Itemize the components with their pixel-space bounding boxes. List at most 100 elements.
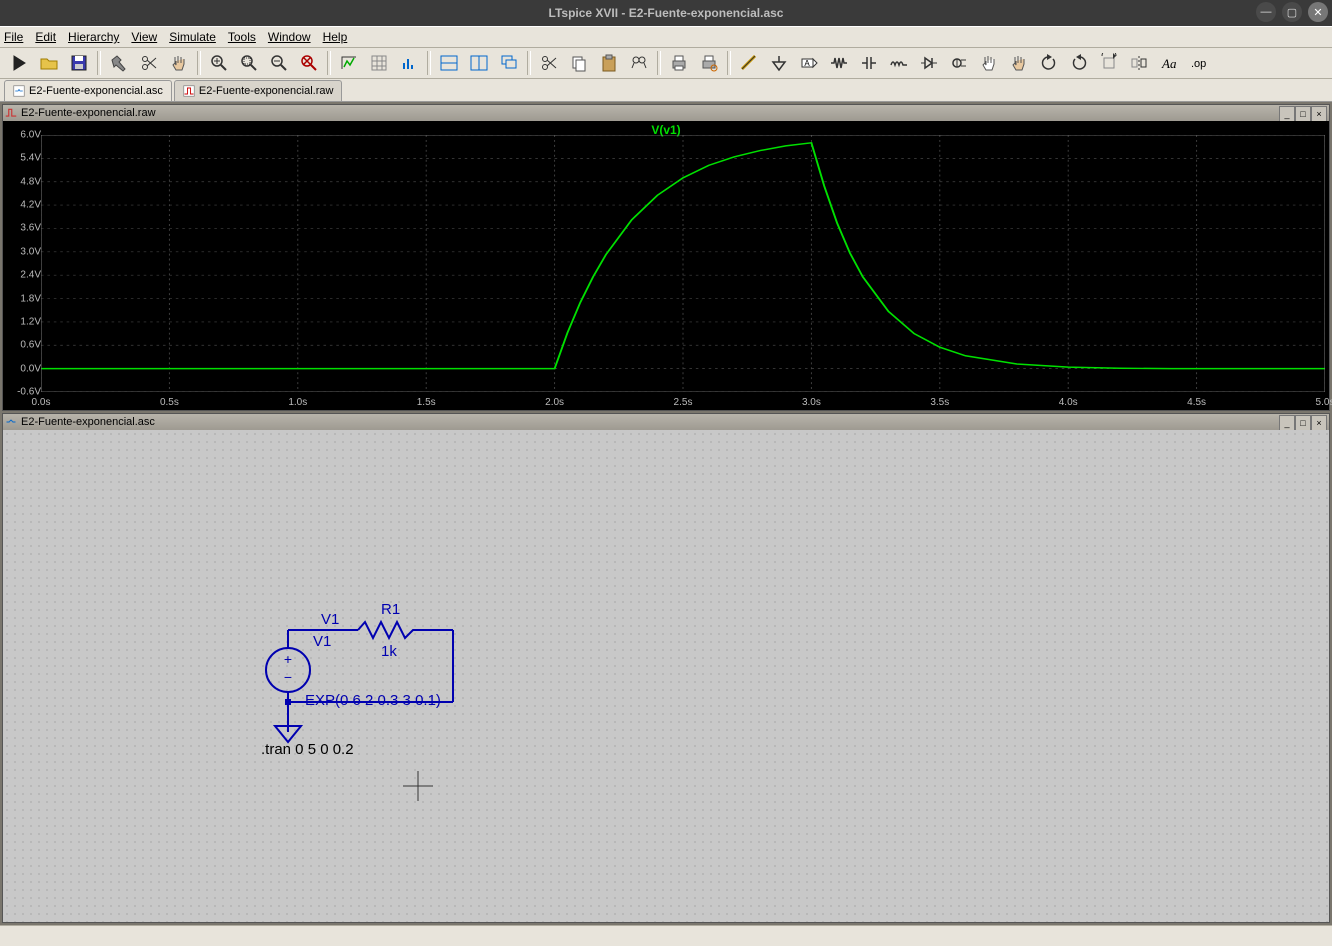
resistor-icon[interactable] (825, 49, 853, 77)
paste-icon[interactable] (595, 49, 623, 77)
y-tick: 1.2V (20, 316, 41, 327)
menu-simulate[interactable]: Simulate (169, 30, 216, 44)
menu-window[interactable]: Window (268, 30, 311, 44)
y-tick: 1.8V (20, 293, 41, 304)
copy-icon[interactable] (565, 49, 593, 77)
scissors-icon[interactable] (135, 49, 163, 77)
menu-view[interactable]: View (131, 30, 157, 44)
hammer-icon[interactable] (105, 49, 133, 77)
schematic-doc-icon (13, 85, 25, 97)
op-icon[interactable]: .op (1185, 49, 1213, 77)
rotate-icon[interactable] (1095, 49, 1123, 77)
plot-pane: E2-Fuente-exponencial.raw _ □ × V(v1) -0… (2, 104, 1330, 411)
tab-raw[interactable]: E2-Fuente-exponencial.raw (174, 80, 343, 101)
tab-label: E2-Fuente-exponencial.raw (199, 85, 334, 97)
plot-close-icon[interactable]: × (1311, 106, 1327, 122)
tile-h-icon[interactable] (435, 49, 463, 77)
plot-minimize-icon[interactable]: _ (1279, 106, 1295, 122)
waveform-doc-icon (183, 85, 195, 97)
resistor-value-label[interactable]: 1k (381, 643, 397, 660)
x-tick: 5.0s (1316, 397, 1332, 408)
plot-pane-titlebar[interactable]: E2-Fuente-exponencial.raw _ □ × (3, 105, 1329, 121)
x-tick: 3.5s (930, 397, 949, 408)
resistor-name-label[interactable]: R1 (381, 601, 400, 618)
zoom-area-icon[interactable] (235, 49, 263, 77)
x-tick: 2.5s (674, 397, 693, 408)
move-icon[interactable] (975, 49, 1003, 77)
schem-close-icon[interactable]: × (1311, 415, 1327, 431)
print-icon[interactable] (665, 49, 693, 77)
menu-hierarchy[interactable]: Hierarchy (68, 30, 119, 44)
component-resistor[interactable] (358, 622, 418, 638)
x-tick: 2.0s (545, 397, 564, 408)
ground-icon[interactable] (765, 49, 793, 77)
minimize-button[interactable]: — (1256, 2, 1276, 22)
inductor-icon[interactable] (885, 49, 913, 77)
x-axis[interactable]: 0.0s0.5s1.0s1.5s2.0s2.5s3.0s3.5s4.0s4.5s… (41, 394, 1325, 408)
save-icon[interactable] (65, 49, 93, 77)
close-button[interactable]: ✕ (1308, 2, 1328, 22)
spice-directive[interactable]: .tran 0 5 0 0.2 (261, 741, 354, 758)
find-icon[interactable] (625, 49, 653, 77)
schem-maximize-icon[interactable]: □ (1295, 415, 1311, 431)
net-label-icon[interactable]: A (795, 49, 823, 77)
schem-minimize-icon[interactable]: _ (1279, 415, 1295, 431)
waveform-icon (5, 107, 17, 119)
cursor-crosshair-icon (403, 771, 433, 801)
menu-help[interactable]: Help (323, 30, 348, 44)
y-tick: 2.4V (20, 270, 41, 281)
capacitor-icon[interactable] (855, 49, 883, 77)
autoscale-icon[interactable] (335, 49, 363, 77)
cut-icon[interactable] (535, 49, 563, 77)
open-icon[interactable] (35, 49, 63, 77)
zoom-reset-icon[interactable] (295, 49, 323, 77)
undo-icon[interactable] (1035, 49, 1063, 77)
y-tick: 5.4V (20, 153, 41, 164)
svg-text:+: + (284, 651, 292, 667)
zoom-in-icon[interactable] (205, 49, 233, 77)
menu-edit[interactable]: Edit (35, 30, 56, 44)
grab-icon[interactable] (165, 49, 193, 77)
maximize-button[interactable]: ▢ (1282, 2, 1302, 22)
toggle-grid-icon[interactable] (365, 49, 393, 77)
source-name-label[interactable]: V1 (313, 633, 331, 650)
menu-tools[interactable]: Tools (228, 30, 256, 44)
component-icon[interactable] (945, 49, 973, 77)
cascade-icon[interactable] (495, 49, 523, 77)
x-tick: 1.5s (417, 397, 436, 408)
plot-pane-title: E2-Fuente-exponencial.raw (21, 107, 156, 119)
statusbar (0, 925, 1332, 946)
y-tick: 3.0V (20, 246, 41, 257)
zoom-out-icon[interactable] (265, 49, 293, 77)
redo-icon[interactable] (1065, 49, 1093, 77)
workarea: E2-Fuente-exponencial.raw _ □ × V(v1) -0… (0, 102, 1332, 925)
svg-text:Aa: Aa (1161, 56, 1177, 71)
print-setup-icon[interactable] (695, 49, 723, 77)
mirror-icon[interactable] (1125, 49, 1153, 77)
schematic-pane: E2-Fuente-exponencial.asc _ □ × (2, 413, 1330, 923)
schematic-canvas[interactable]: + − V1 V1 (3, 430, 1329, 922)
source-value-label[interactable]: EXP(0 6 2 0.3 3 0.1) (305, 692, 441, 709)
tile-v-icon[interactable] (465, 49, 493, 77)
document-tabs: E2-Fuente-exponencial.asc E2-Fuente-expo… (0, 79, 1332, 102)
menu-file[interactable]: File (4, 30, 23, 44)
schematic-drawing: + − V1 V1 (3, 430, 703, 880)
fft-icon[interactable] (395, 49, 423, 77)
schematic-pane-titlebar[interactable]: E2-Fuente-exponencial.asc _ □ × (3, 414, 1329, 430)
x-tick: 0.5s (160, 397, 179, 408)
schematic-pane-title: E2-Fuente-exponencial.asc (21, 416, 155, 428)
y-tick: 6.0V (20, 130, 41, 141)
component-voltage-source[interactable]: + − (266, 648, 310, 692)
net-label[interactable]: V1 (321, 611, 339, 628)
diode-icon[interactable] (915, 49, 943, 77)
y-tick: 3.6V (20, 223, 41, 234)
tab-asc[interactable]: E2-Fuente-exponencial.asc (4, 80, 172, 101)
plot-area[interactable]: V(v1) -0.6V0.0V0.6V1.2V1.8V2.4V3.0V3.6V4… (3, 121, 1329, 410)
run-icon[interactable] (5, 49, 33, 77)
wire-icon[interactable] (735, 49, 763, 77)
text-icon[interactable]: Aa (1155, 49, 1183, 77)
drag-icon[interactable] (1005, 49, 1033, 77)
y-axis[interactable]: -0.6V0.0V0.6V1.2V1.8V2.4V3.0V3.6V4.2V4.8… (5, 135, 41, 392)
plot-maximize-icon[interactable]: □ (1295, 106, 1311, 122)
x-tick: 3.0s (802, 397, 821, 408)
